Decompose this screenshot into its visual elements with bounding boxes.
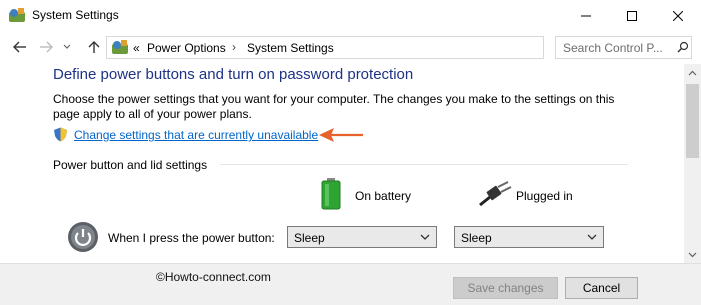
chevron-down-icon [688, 252, 697, 257]
maximize-icon [627, 10, 637, 21]
arrow-left-icon[interactable] [12, 40, 28, 54]
cancel-button[interactable]: Cancel [565, 277, 638, 299]
chevron-down-icon [587, 234, 597, 240]
minimize-button[interactable] [563, 0, 609, 31]
close-button[interactable] [655, 0, 701, 31]
window-title: System Settings [32, 8, 119, 22]
vertical-scrollbar[interactable] [684, 64, 701, 263]
breadcrumb-power-options[interactable]: Power Options [147, 41, 226, 55]
section-heading: Power button and lid settings [53, 158, 208, 172]
breadcrumb-system-settings[interactable]: System Settings [247, 41, 334, 55]
power-button-label: When I press the power button: [108, 231, 275, 245]
arrow-up-icon[interactable] [86, 40, 102, 54]
maximize-button[interactable] [609, 0, 655, 31]
page-title: Define power buttons and turn on passwor… [53, 66, 414, 83]
power-button-battery-select[interactable]: Sleep [287, 226, 437, 248]
select-value: Sleep [461, 231, 492, 245]
search-icon[interactable] [677, 41, 689, 53]
control-panel-icon [9, 8, 25, 22]
minimize-icon [581, 15, 591, 16]
section-divider [220, 164, 628, 165]
scroll-thumb[interactable] [686, 84, 699, 158]
search-box[interactable]: Search Control P... [555, 36, 692, 59]
watermark-text: ©Howto-connect.com [156, 270, 271, 284]
power-button-icon [68, 222, 98, 252]
select-value: Sleep [294, 231, 325, 245]
scroll-up-button[interactable] [684, 64, 701, 81]
chevron-up-icon [688, 70, 697, 75]
power-button-plugged-select[interactable]: Sleep [454, 226, 604, 248]
breadcrumb-overflow[interactable]: « [133, 41, 140, 55]
chevron-down-icon[interactable] [62, 40, 72, 54]
title-bar: System Settings [0, 0, 701, 31]
page-description: Choose the power settings that you want … [53, 92, 615, 121]
breadcrumb-separator-icon[interactable]: › [232, 40, 236, 54]
battery-icon [321, 178, 341, 210]
power-plug-icon [479, 181, 512, 207]
main-content: Define power buttons and turn on passwor… [0, 64, 684, 263]
footer-bar: ©Howto-connect.com Save changes Cancel [0, 263, 701, 305]
search-placeholder: Search Control P... [563, 41, 663, 55]
close-icon [673, 10, 683, 21]
column-plugged-in: Plugged in [516, 189, 573, 203]
scroll-down-button[interactable] [684, 246, 701, 263]
save-changes-button[interactable]: Save changes [453, 277, 558, 299]
change-settings-link[interactable]: Change settings that are currently unava… [74, 128, 318, 142]
address-bar[interactable]: « Power Options › System Settings [106, 36, 641, 59]
arrow-left-icon [319, 128, 363, 142]
navigation-bar: « Power Options › System Settings Search… [0, 31, 701, 64]
control-panel-icon [112, 40, 128, 54]
arrow-right-icon[interactable] [38, 40, 54, 54]
uac-shield-icon [54, 127, 67, 142]
chevron-down-icon [420, 234, 430, 240]
column-on-battery: On battery [355, 189, 412, 203]
